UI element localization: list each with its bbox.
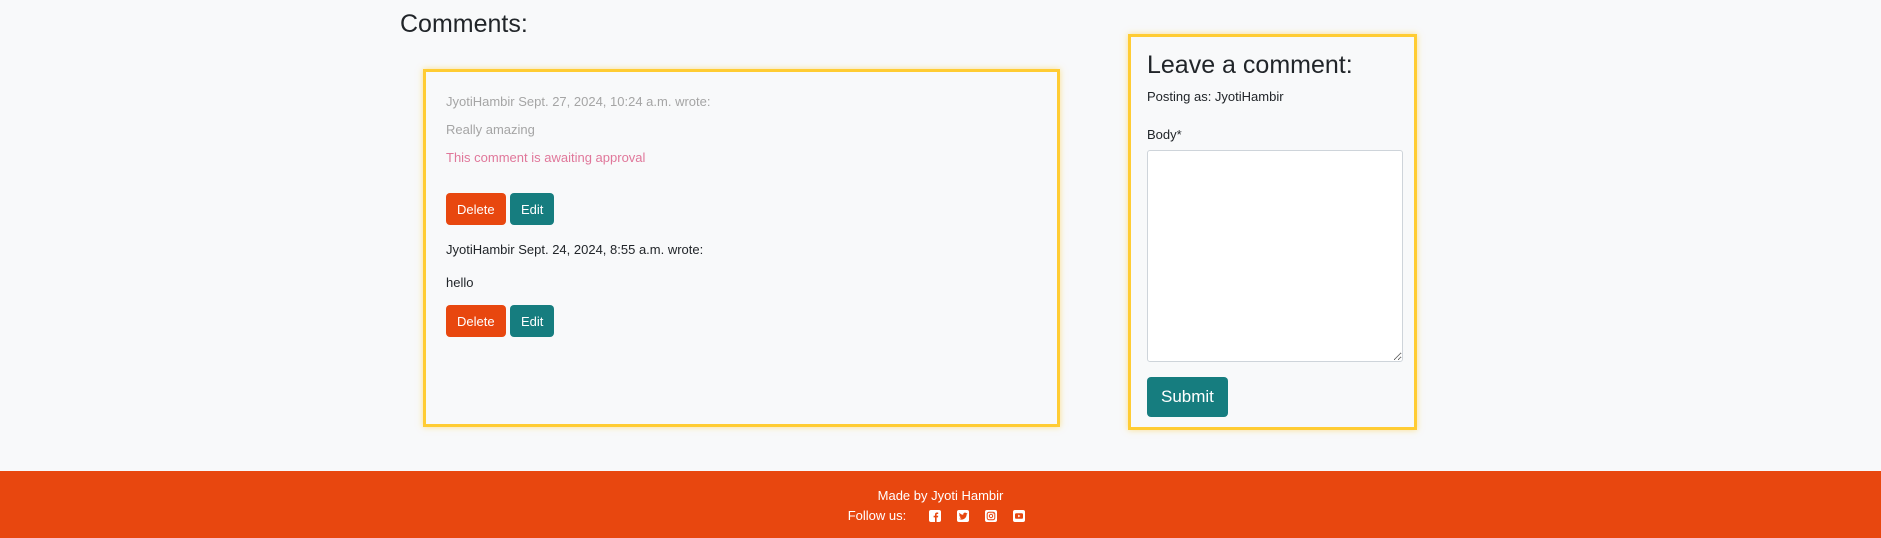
submit-button[interactable]: Submit	[1147, 377, 1228, 417]
follow-label: Follow us:	[847, 508, 907, 523]
posting-as: Posting as: JyotiHambir	[1147, 89, 1284, 104]
body-textarea[interactable]	[1147, 150, 1403, 362]
facebook-icon[interactable]	[929, 509, 942, 522]
youtube-icon[interactable]	[1013, 509, 1026, 522]
delete-button[interactable]: Delete	[446, 193, 506, 225]
made-by-text: Made by Jyoti Hambir	[877, 488, 1004, 503]
comment-body: hello	[446, 275, 474, 290]
edit-button[interactable]: Edit	[510, 193, 555, 225]
approval-status: This comment is awaiting approval	[446, 150, 646, 165]
comments-list: JyotiHambir Sept. 27, 2024, 10:24 a.m. w…	[423, 69, 1060, 427]
comments-title: Comments:	[400, 10, 528, 38]
instagram-icon[interactable]	[985, 509, 998, 522]
form-title: Leave a comment:	[1147, 51, 1353, 79]
comment-meta: JyotiHambir Sept. 27, 2024, 10:24 a.m. w…	[446, 94, 711, 109]
comment-meta: JyotiHambir Sept. 24, 2024, 8:55 a.m. wr…	[446, 242, 704, 257]
delete-button[interactable]: Delete	[446, 305, 506, 337]
comment-form: Leave a comment: Posting as: JyotiHambir…	[1128, 34, 1417, 430]
twitter-icon[interactable]	[957, 509, 970, 522]
edit-button[interactable]: Edit	[510, 305, 555, 337]
footer: Made by Jyoti Hambir Follow us:	[0, 471, 1881, 538]
body-label: Body*	[1147, 127, 1182, 142]
comment-body: Really amazing	[446, 122, 535, 137]
follow-row: Follow us:	[0, 508, 1881, 523]
